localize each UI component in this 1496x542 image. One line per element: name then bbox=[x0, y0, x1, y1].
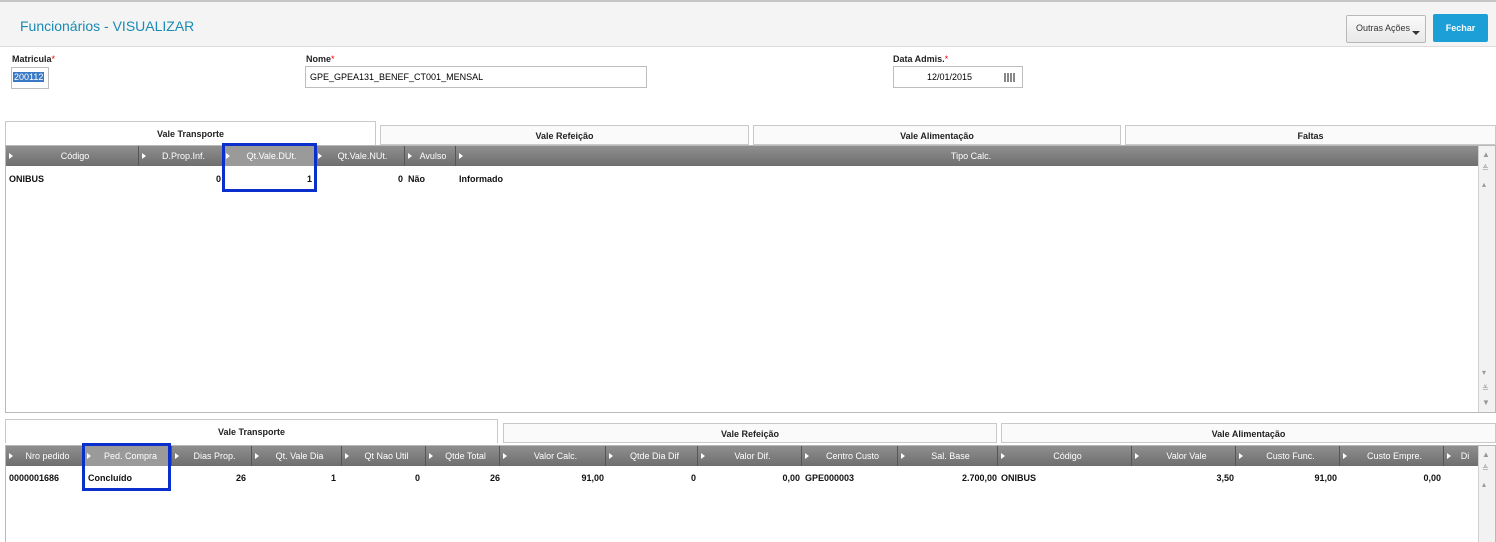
scroll-page-down-icon[interactable]: ≚ bbox=[1482, 384, 1489, 393]
cell-qt-nao-util[interactable]: 0 bbox=[342, 473, 420, 483]
tab-vale-refeicao-bottom[interactable]: Vale Refeição bbox=[503, 423, 997, 443]
tab-vale-alimentacao-top[interactable]: Vale Alimentação bbox=[753, 125, 1121, 145]
tab-vale-alimentacao-bottom[interactable]: Vale Alimentação bbox=[1001, 423, 1496, 443]
col-codigo[interactable]: Código bbox=[6, 146, 139, 166]
nome-field[interactable]: GPE_GPEA131_BENEF_CT001_MENSAL bbox=[305, 66, 647, 88]
col-qt-vale-nut[interactable]: Qt.Vale.NUt. bbox=[315, 146, 405, 166]
cell-valor-vale[interactable]: 3,50 bbox=[1132, 473, 1234, 483]
sort-arrow-icon bbox=[142, 153, 146, 159]
col-centro-custo[interactable]: Centro Custo bbox=[802, 446, 898, 466]
col-custo-func[interactable]: Custo Func. bbox=[1236, 446, 1340, 466]
bottom-grid-scrollbar[interactable]: ▲ ≜ ▴ bbox=[1478, 446, 1495, 542]
cell-nro-pedido[interactable]: 0000001686 bbox=[9, 473, 59, 483]
scroll-up-icon[interactable]: ▲ bbox=[1482, 150, 1490, 159]
col-qtde-dia-dif[interactable]: Qtde Dia Dif bbox=[606, 446, 698, 466]
sort-arrow-icon bbox=[459, 153, 463, 159]
cell-custo-empre[interactable]: 0,00 bbox=[1340, 473, 1441, 483]
cell-codigo[interactable]: ONIBUS bbox=[9, 174, 44, 184]
calendar-icon[interactable] bbox=[1004, 73, 1016, 82]
scroll-page-up-icon[interactable]: ≜ bbox=[1482, 464, 1489, 473]
cell-qtde-dia-dif[interactable]: 0 bbox=[606, 473, 696, 483]
sort-arrow-icon bbox=[9, 153, 13, 159]
bottom-grid: Nro pedido Ped. Compra Dias Prop. Qt. Va… bbox=[5, 445, 1496, 542]
page-title: Funcionários - VISUALIZAR bbox=[20, 18, 195, 34]
sort-arrow-icon bbox=[175, 453, 179, 459]
cell-qtde-total[interactable]: 26 bbox=[426, 473, 500, 483]
tab-vale-transporte-bottom[interactable]: Vale Transporte bbox=[5, 419, 498, 443]
data-admis-label: Data Admis.* bbox=[893, 54, 949, 64]
col-codigo-bottom[interactable]: Código bbox=[998, 446, 1132, 466]
sort-arrow-icon bbox=[429, 453, 433, 459]
cell-tipo-calc[interactable]: Informado bbox=[459, 174, 503, 184]
scroll-down-icon[interactable]: ▾ bbox=[1482, 368, 1486, 377]
scroll-up-icon[interactable]: ▴ bbox=[1482, 180, 1486, 189]
sort-arrow-icon bbox=[345, 453, 349, 459]
tab-vale-refeicao-top[interactable]: Vale Refeição bbox=[380, 125, 749, 145]
tab-faltas-top[interactable]: Faltas bbox=[1125, 125, 1496, 145]
sort-arrow-icon bbox=[805, 453, 809, 459]
sort-arrow-icon bbox=[503, 453, 507, 459]
col-valor-dif[interactable]: Valor Dif. bbox=[698, 446, 802, 466]
page-header: Funcionários - VISUALIZAR Outras Ações F… bbox=[0, 2, 1496, 47]
sort-arrow-icon bbox=[408, 153, 412, 159]
outras-acoes-button[interactable]: Outras Ações bbox=[1346, 15, 1426, 43]
col-di[interactable]: Di bbox=[1444, 446, 1480, 466]
data-admis-field[interactable]: 12/01/2015 bbox=[893, 66, 1023, 88]
cell-avulso[interactable]: Não bbox=[408, 174, 425, 184]
col-qtde-total[interactable]: Qtde Total bbox=[426, 446, 500, 466]
bottom-grid-header: Nro pedido Ped. Compra Dias Prop. Qt. Va… bbox=[6, 446, 1480, 466]
cell-qt-vale-nut[interactable]: 0 bbox=[315, 174, 403, 184]
col-valor-calc[interactable]: Valor Calc. bbox=[500, 446, 606, 466]
top-grid-scrollbar[interactable]: ▲ ≜ ▴ ▾ ≚ ▼ bbox=[1478, 146, 1495, 412]
col-qt-vale-dia[interactable]: Qt. Vale Dia bbox=[252, 446, 342, 466]
matricula-label: Matricula* bbox=[12, 54, 56, 64]
scroll-down-icon[interactable]: ▼ bbox=[1482, 398, 1490, 407]
highlight-box-ped-compra bbox=[82, 443, 171, 491]
cell-valor-dif[interactable]: 0,00 bbox=[698, 473, 800, 483]
col-dias-prop[interactable]: Dias Prop. bbox=[172, 446, 252, 466]
col-avulso[interactable]: Avulso bbox=[405, 146, 456, 166]
cell-dias-prop[interactable]: 26 bbox=[172, 473, 246, 483]
col-valor-vale[interactable]: Valor Vale bbox=[1132, 446, 1236, 466]
tab-vale-transporte-top[interactable]: Vale Transporte bbox=[5, 121, 376, 145]
cell-valor-calc[interactable]: 91,00 bbox=[500, 473, 604, 483]
outras-acoes-label: Outras Ações bbox=[1356, 23, 1411, 33]
sort-arrow-icon bbox=[1343, 453, 1347, 459]
matricula-field[interactable]: 200112 bbox=[11, 67, 49, 89]
scroll-up-icon[interactable]: ▴ bbox=[1482, 480, 1486, 489]
cell-centro-custo[interactable]: GPE000003 bbox=[805, 473, 854, 483]
cell-codigo-bottom[interactable]: ONIBUS bbox=[1001, 473, 1036, 483]
sort-arrow-icon bbox=[255, 453, 259, 459]
sort-arrow-icon bbox=[609, 453, 613, 459]
fechar-button[interactable]: Fechar bbox=[1433, 14, 1488, 42]
sort-arrow-icon bbox=[1135, 453, 1139, 459]
chevron-down-icon bbox=[1412, 31, 1420, 35]
col-tipo-calc[interactable]: Tipo Calc. bbox=[456, 146, 1480, 166]
sort-arrow-icon bbox=[901, 453, 905, 459]
col-nro-pedido[interactable]: Nro pedido bbox=[6, 446, 84, 466]
col-sal-base[interactable]: Sal. Base bbox=[898, 446, 998, 466]
sort-arrow-icon bbox=[9, 453, 13, 459]
sort-arrow-icon bbox=[701, 453, 705, 459]
col-custo-empre[interactable]: Custo Empre. bbox=[1340, 446, 1444, 466]
cell-qt-vale-dia[interactable]: 1 bbox=[252, 473, 336, 483]
sort-arrow-icon bbox=[1239, 453, 1243, 459]
nome-label: Nome* bbox=[306, 54, 335, 64]
col-qt-nao-util[interactable]: Qt Nao Util bbox=[342, 446, 426, 466]
sort-arrow-icon bbox=[1001, 453, 1005, 459]
sort-arrow-icon bbox=[1447, 453, 1451, 459]
col-d-prop-inf[interactable]: D.Prop.Inf. bbox=[139, 146, 223, 166]
cell-sal-base[interactable]: 2.700,00 bbox=[898, 473, 997, 483]
scroll-page-up-icon[interactable]: ≜ bbox=[1482, 164, 1489, 173]
cell-custo-func[interactable]: 91,00 bbox=[1236, 473, 1337, 483]
sort-arrow-icon bbox=[318, 153, 322, 159]
highlight-box-qt-vale-dut bbox=[222, 143, 317, 192]
scroll-up-icon[interactable]: ▲ bbox=[1482, 450, 1490, 459]
cell-d-prop-inf[interactable]: 0 bbox=[139, 174, 221, 184]
